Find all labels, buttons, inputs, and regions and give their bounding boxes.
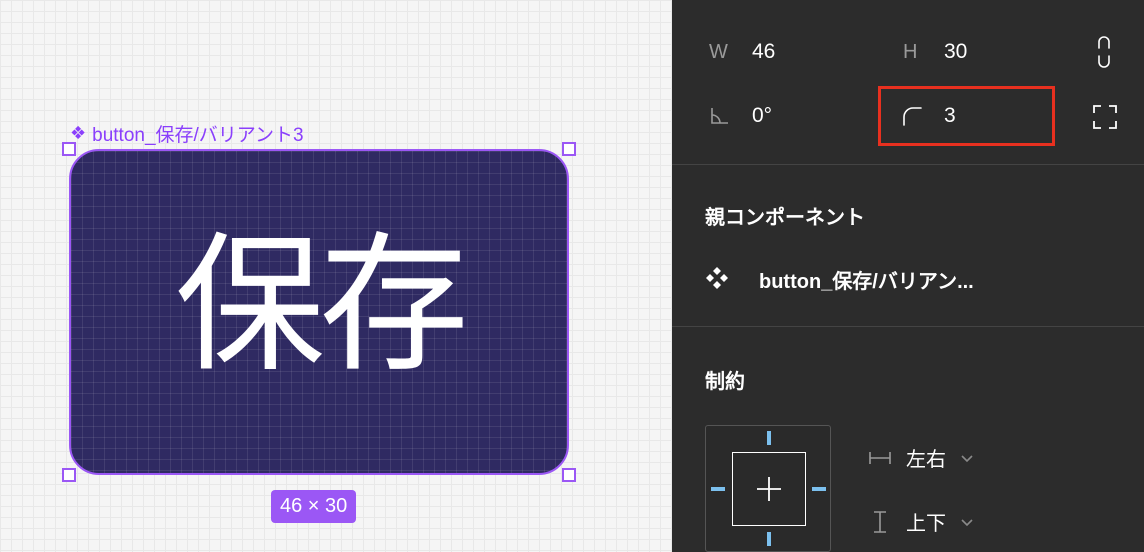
rotation-input[interactable]: 0° bbox=[752, 104, 772, 128]
corner-radius-input[interactable]: 3 bbox=[944, 104, 956, 128]
vertical-constraint-icon bbox=[874, 510, 886, 533]
component-icon: ❖ bbox=[70, 123, 87, 143]
resize-handle-top-right[interactable] bbox=[562, 142, 576, 156]
horizontal-constraint-value: 左右 bbox=[906, 449, 946, 471]
parent-component-title: 親コンポーネント bbox=[705, 207, 865, 229]
design-canvas[interactable]: ❖ button_保存/バリアント3 保存 46 × 30 bbox=[0, 0, 672, 552]
constraint-top-bar[interactable] bbox=[767, 431, 771, 445]
properties-panel: W 46 H 30 0° 3 親コンポーネント button_保存/バリアン..… bbox=[672, 0, 1144, 552]
vertical-constraint-dropdown[interactable]: 上下 bbox=[868, 507, 974, 536]
height-input[interactable]: 30 bbox=[944, 40, 967, 64]
resize-handle-bottom-left[interactable] bbox=[62, 468, 76, 482]
chevron-down-icon bbox=[961, 454, 973, 462]
resize-handle-bottom-right[interactable] bbox=[562, 468, 576, 482]
parent-component-link[interactable]: button_保存/バリアン... bbox=[759, 265, 974, 294]
size-badge: 46 × 30 bbox=[271, 490, 357, 523]
vertical-constraint-value: 上下 bbox=[906, 513, 946, 535]
constrain-proportions-icon[interactable] bbox=[1096, 36, 1112, 68]
constraint-right-bar[interactable] bbox=[812, 487, 826, 491]
constraint-widget[interactable] bbox=[705, 425, 831, 552]
chevron-down-icon bbox=[961, 518, 973, 526]
horizontal-constraint-dropdown[interactable]: 左右 bbox=[868, 443, 974, 472]
height-label: H bbox=[903, 41, 918, 63]
width-input[interactable]: 46 bbox=[752, 40, 775, 64]
section-divider bbox=[672, 164, 1144, 165]
selected-button-component[interactable]: 保存 bbox=[69, 149, 569, 475]
component-icon bbox=[706, 267, 728, 289]
frame-label-text: button_保存/バリアント3 bbox=[92, 124, 304, 146]
resize-handle-top-left[interactable] bbox=[62, 142, 76, 156]
horizontal-constraint-icon bbox=[869, 451, 891, 464]
corner-radius-icon bbox=[903, 107, 922, 126]
plus-icon bbox=[757, 477, 781, 501]
section-divider bbox=[672, 326, 1144, 327]
constraints-title: 制約 bbox=[705, 371, 745, 393]
constraint-bottom-bar[interactable] bbox=[767, 532, 771, 546]
frame-label[interactable]: ❖ button_保存/バリアント3 bbox=[70, 121, 304, 146]
button-text: 保存 bbox=[174, 221, 469, 389]
constraint-left-bar[interactable] bbox=[711, 487, 725, 491]
independent-corners-icon[interactable] bbox=[1093, 105, 1117, 129]
width-label: W bbox=[709, 41, 728, 63]
rotation-icon bbox=[711, 108, 728, 124]
